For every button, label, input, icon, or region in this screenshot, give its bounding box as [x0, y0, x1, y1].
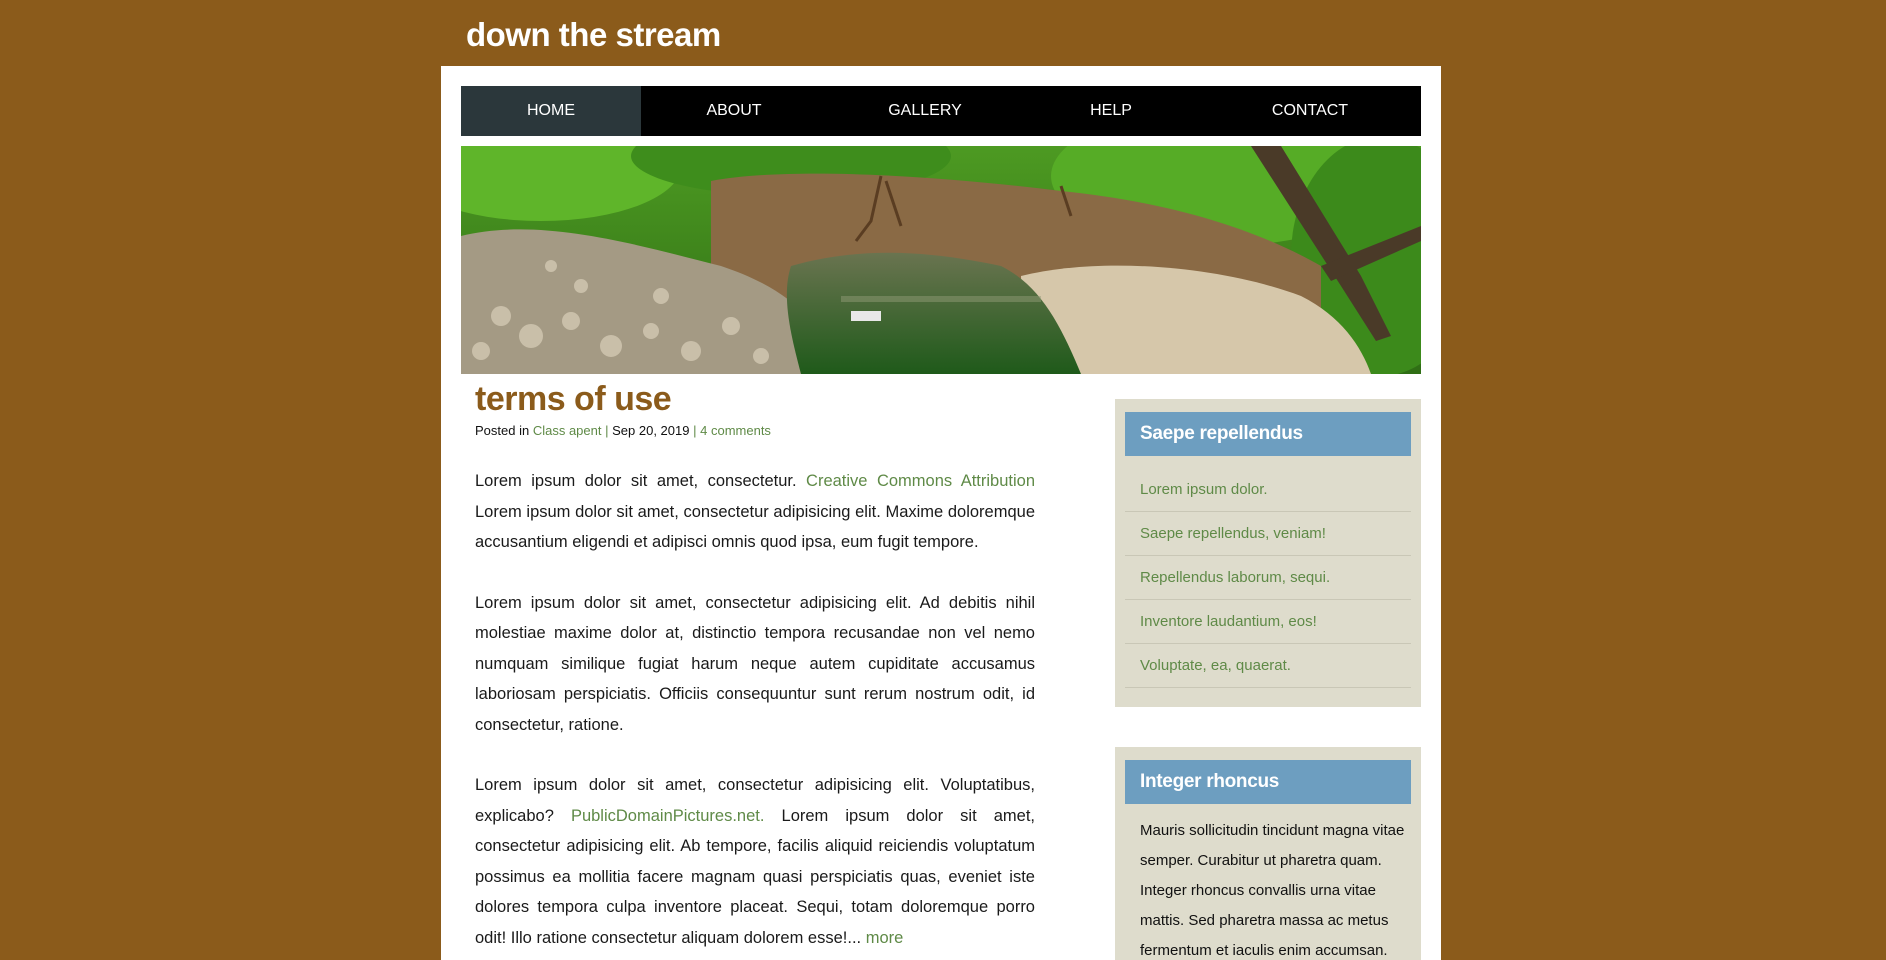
creative-commons-link[interactable]: Creative Commons Attribution: [806, 472, 1035, 490]
nav-about[interactable]: ABOUT: [641, 86, 827, 136]
nav-home[interactable]: HOME: [461, 86, 641, 136]
read-more-link[interactable]: more: [866, 929, 904, 947]
meta-separator: |: [693, 423, 697, 438]
site-title[interactable]: down the stream: [466, 16, 721, 54]
nav-gallery[interactable]: GALLERY: [827, 86, 1023, 136]
hero-image: [461, 146, 1421, 374]
post-meta: Posted in Class apent | Sep 20, 2019 | 4…: [475, 423, 1035, 438]
article: terms of use Posted in Class apent | Sep…: [475, 380, 1035, 953]
list-item: Voluptate, ea, quaerat.: [1125, 644, 1411, 688]
list-item: Inventore laudantium, eos!: [1125, 600, 1411, 644]
meta-separator: |: [605, 423, 609, 438]
page-container: HOME ABOUT GALLERY HELP CONTACT terms of…: [441, 66, 1441, 960]
forest-stream-photo: [461, 146, 1421, 374]
nav-contact[interactable]: CONTACT: [1199, 86, 1421, 136]
post-meta-prefix: Posted in: [475, 423, 530, 438]
paragraph-text: Lorem ipsum dolor sit amet, consectetur …: [475, 806, 1035, 947]
widget-link[interactable]: Repellendus laborum, sequi.: [1140, 569, 1330, 586]
post-category-link[interactable]: Class apent: [533, 423, 602, 438]
post-date: Sep 20, 2019: [612, 423, 690, 438]
main-nav: HOME ABOUT GALLERY HELP CONTACT: [461, 86, 1421, 136]
widget-2-text: Mauris sollicitudin tincidunt magna vita…: [1140, 822, 1405, 959]
post-comments-link[interactable]: 4 comments: [700, 423, 771, 438]
widget-link[interactable]: Inventore laudantium, eos!: [1140, 613, 1317, 630]
sidebar-widget-2: Integer rhoncus Mauris sollicitudin tinc…: [1115, 747, 1421, 960]
widget-link[interactable]: Lorem ipsum dolor.: [1140, 481, 1268, 498]
post-title[interactable]: terms of use: [475, 380, 1035, 419]
paragraph-text: Lorem ipsum dolor sit amet, consectetur …: [475, 502, 1035, 552]
nav-help[interactable]: HELP: [1023, 86, 1199, 136]
paragraph-1: Lorem ipsum dolor sit amet, consectetur.…: [475, 466, 1035, 558]
widget-1-list: Lorem ipsum dolor. Saepe repellendus, ve…: [1125, 468, 1411, 688]
paragraph-text: Lorem ipsum dolor sit amet, consectetur.: [475, 472, 807, 490]
sidebar-widget-1: Saepe repellendus Lorem ipsum dolor. Sae…: [1115, 399, 1421, 707]
paragraph-2: Lorem ipsum dolor sit amet, consectetur …: [475, 593, 1035, 734]
widget-1-title: Saepe repellendus: [1125, 412, 1411, 456]
list-item: Lorem ipsum dolor.: [1125, 468, 1411, 512]
list-item: Saepe repellendus, veniam!: [1125, 512, 1411, 556]
paragraph-3: Lorem ipsum dolor sit amet, consectetur …: [475, 770, 1035, 953]
widget-link[interactable]: Saepe repellendus, veniam!: [1140, 525, 1326, 542]
widget-link[interactable]: Voluptate, ea, quaerat.: [1140, 657, 1291, 674]
widget-2-title: Integer rhoncus: [1125, 760, 1411, 804]
public-domain-pictures-link[interactable]: PublicDomainPictures.net.: [571, 807, 765, 825]
list-item: Repellendus laborum, sequi.: [1125, 556, 1411, 600]
